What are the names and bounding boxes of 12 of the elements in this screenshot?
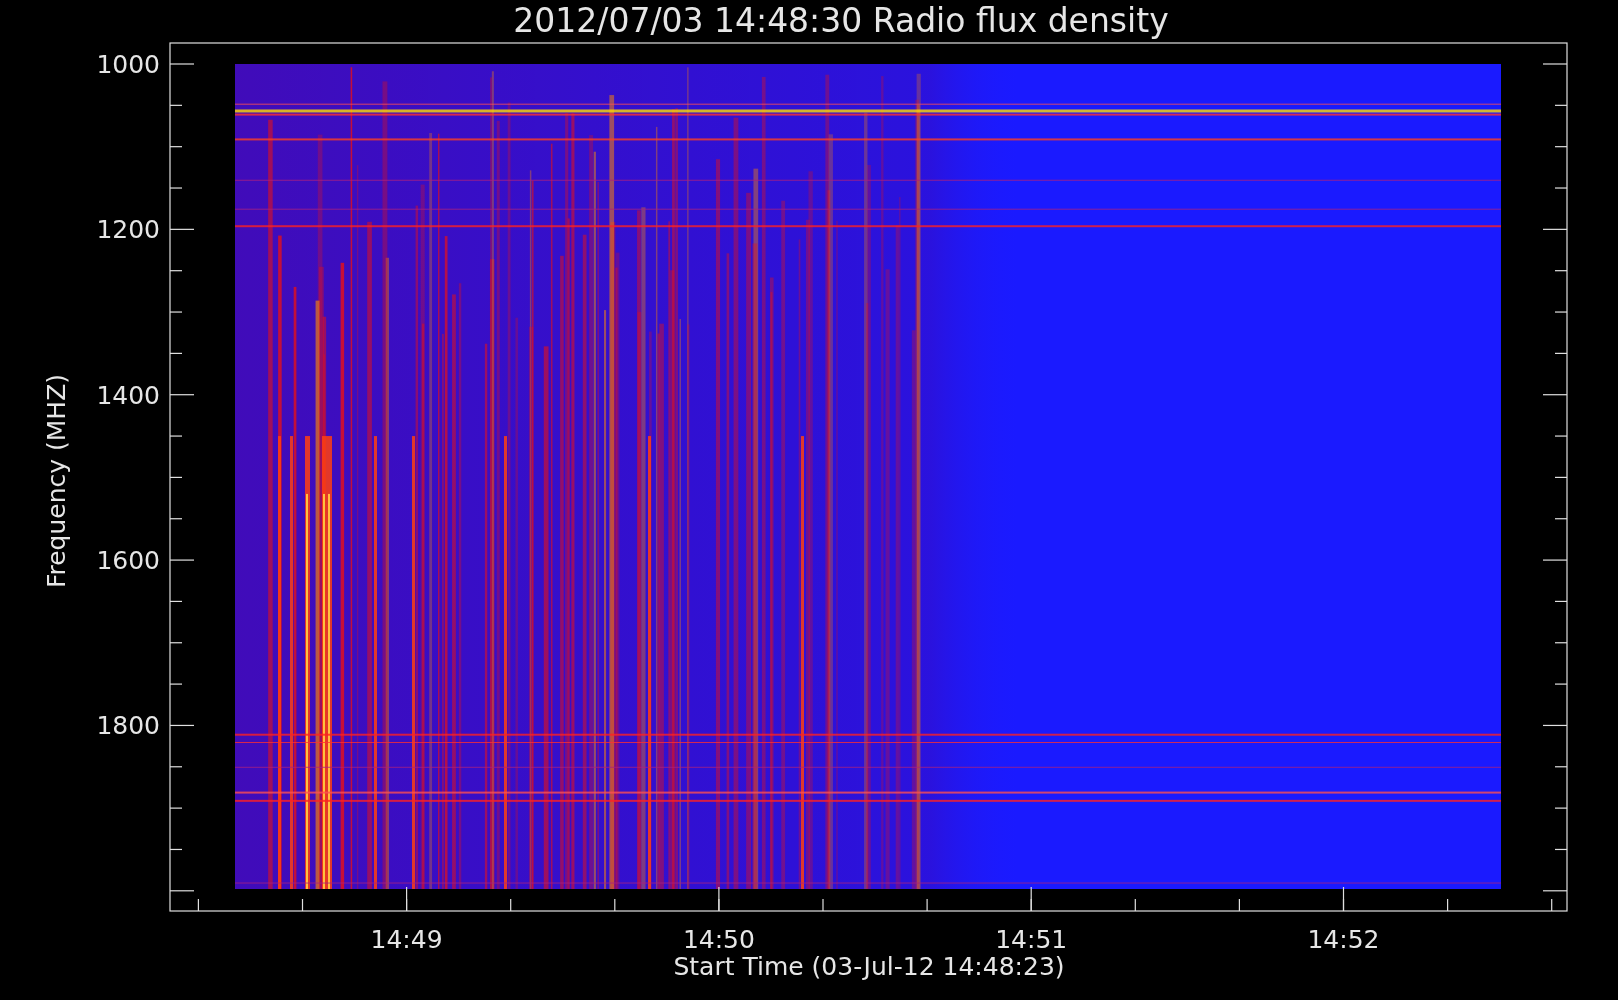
chart-title: 2012/07/03 14:48:30 Radio flux density bbox=[513, 1, 1169, 40]
y-tick-label: 1000 bbox=[96, 50, 160, 79]
x-tick-label: 14:49 bbox=[370, 925, 443, 954]
y-axis-label: Frequency (MHZ) bbox=[42, 373, 71, 589]
y-tick-label: 1400 bbox=[96, 380, 160, 410]
x-axis-label: Start Time (03-Jul-12 14:48:23) bbox=[673, 952, 1065, 981]
y-tick-label: 1600 bbox=[96, 546, 160, 576]
y-tick-label: 1200 bbox=[96, 215, 160, 245]
x-tick-label: 14:52 bbox=[1307, 925, 1380, 954]
x-tick-label: 14:51 bbox=[995, 925, 1068, 954]
x-tick-label: 14:50 bbox=[682, 925, 755, 954]
y-tick-label: 1800 bbox=[96, 711, 160, 741]
